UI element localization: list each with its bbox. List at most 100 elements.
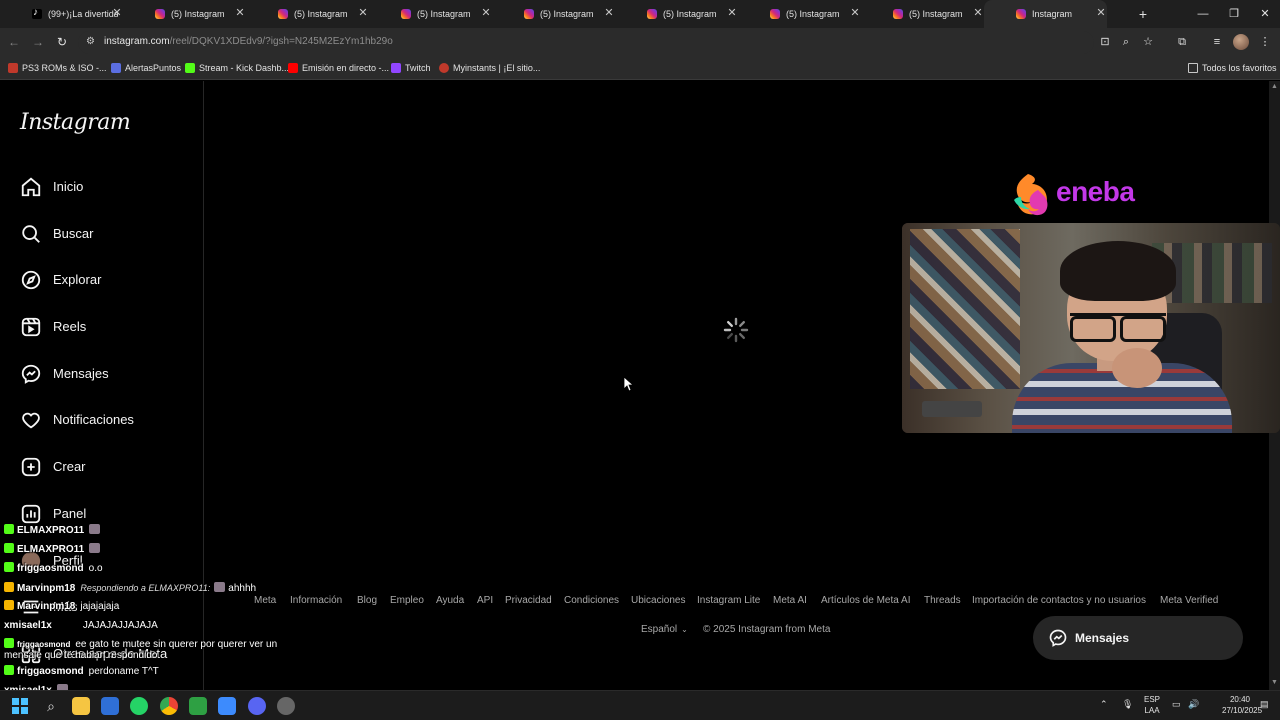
footer-link[interactable]: Instagram Lite <box>697 595 760 606</box>
subscriber-badge-icon <box>4 600 14 610</box>
footer-link[interactable]: API <box>477 595 493 606</box>
nav-item-notificaciones[interactable]: Notificaciones <box>16 401 196 441</box>
taskbar-search-icon[interactable]: ⌕ <box>42 697 60 715</box>
instagram-icon <box>401 9 411 19</box>
browser-tab[interactable]: (5) Instagram ✕ <box>492 0 615 28</box>
close-window-button[interactable]: ✕ <box>1257 6 1273 22</box>
store-icon[interactable] <box>101 697 119 715</box>
footer-link[interactable]: Importación de contactos y no usuarios <box>972 595 1146 606</box>
tab-title: (5) Instagram <box>294 9 348 19</box>
browser-tab[interactable]: (5) Instagram ✕ <box>615 0 738 28</box>
discord-icon[interactable] <box>248 697 266 715</box>
footer-link[interactable]: Privacidad <box>505 595 552 606</box>
browser-menu-icon[interactable]: ⋮ <box>1257 34 1273 50</box>
close-icon[interactable]: ✕ <box>726 7 738 19</box>
whatsapp-icon[interactable] <box>130 697 148 715</box>
address-bar[interactable]: ⚙ instagram.com/reel/DQKV1XDEdv9/?igsh=N… <box>78 31 1094 54</box>
site-info-icon[interactable]: ⚙ <box>86 36 95 47</box>
close-icon[interactable]: ✕ <box>111 7 123 19</box>
close-icon[interactable]: ✕ <box>603 7 615 19</box>
nav-item-crear[interactable]: Crear <box>16 448 196 488</box>
close-icon[interactable]: ✕ <box>972 7 984 19</box>
instagram-icon <box>278 9 288 19</box>
messages-button[interactable]: Mensajes <box>1033 616 1243 660</box>
footer-link[interactable]: Ayuda <box>436 595 464 606</box>
bookmark-item[interactable]: Stream - Kick Dashb... <box>185 62 289 75</box>
close-icon[interactable]: ✕ <box>357 7 369 19</box>
nav-item-explorar[interactable]: Explorar <box>16 261 196 301</box>
input-language[interactable]: ESP LAA <box>1142 694 1162 716</box>
tray-overflow-icon[interactable]: ⌃ <box>1100 699 1108 710</box>
footer-link[interactable]: Condiciones <box>564 595 619 606</box>
close-icon[interactable]: ✕ <box>234 7 246 19</box>
kick-badge-icon <box>4 638 14 648</box>
all-bookmarks-button[interactable]: Todos los favoritos <box>1188 62 1277 75</box>
restore-button[interactable]: ❐ <box>1226 6 1242 22</box>
bookmark-item[interactable]: Twitch <box>391 62 431 75</box>
footer-link[interactable]: Meta Verified <box>1160 595 1218 606</box>
notifications-icon[interactable]: ▤ <box>1260 699 1269 710</box>
heart-icon <box>20 409 42 431</box>
volume-icon[interactable]: 🔊 <box>1188 699 1199 710</box>
bookmark-item[interactable]: Myinstants | ¡El sitio... <box>439 62 540 75</box>
install-app-icon[interactable]: ⊡ <box>1097 34 1113 50</box>
chrome-icon[interactable] <box>160 697 178 715</box>
windows-start-icon[interactable] <box>12 698 28 714</box>
footer-link[interactable]: Artículos de Meta AI <box>821 595 911 606</box>
footer-link[interactable]: Empleo <box>390 595 424 606</box>
new-tab-button[interactable]: + <box>1136 7 1150 21</box>
browser-tab[interactable]: (5) Instagram ✕ <box>123 0 246 28</box>
reload-button[interactable]: ↻ <box>54 34 70 50</box>
browser-tab[interactable]: (5) Instagram ✕ <box>369 0 492 28</box>
url-path: /reel/DQKV1XDEdv9/?igsh=N245M2EzYm1hb29o <box>169 36 393 47</box>
close-icon[interactable]: ✕ <box>1095 7 1107 19</box>
footer-link[interactable]: Meta AI <box>773 595 807 606</box>
bookmark-item[interactable]: PS3 ROMs & ISO -... <box>8 62 107 75</box>
back-button[interactable]: ← <box>6 34 22 50</box>
close-icon[interactable]: ✕ <box>849 7 861 19</box>
nav-item-inicio[interactable]: Inicio <box>16 168 196 208</box>
system-clock[interactable]: 20:40 27/10/2025 <box>1222 694 1262 716</box>
footer-link[interactable]: Ubicaciones <box>631 595 685 606</box>
scroll-down-icon[interactable]: ▼ <box>1271 679 1278 686</box>
app-icon[interactable] <box>218 697 236 715</box>
nav-item-reels[interactable]: Reels <box>16 308 196 348</box>
nav-label: Panel <box>53 506 87 521</box>
forward-button[interactable]: → <box>30 34 46 50</box>
footer-link[interactable]: Blog <box>357 595 377 606</box>
minimize-button[interactable]: — <box>1195 6 1211 22</box>
zoom-icon[interactable]: ⌕ <box>1118 34 1134 50</box>
eneba-logo-icon <box>1014 174 1048 216</box>
close-icon[interactable]: ✕ <box>480 7 492 19</box>
messenger-icon <box>20 363 42 385</box>
chat-text: ahhhh <box>228 583 257 594</box>
network-icon[interactable]: ▭ <box>1172 699 1181 710</box>
stream-app-icon[interactable] <box>189 697 207 715</box>
browser-tab[interactable]: (99+)¡La divertida nar ✕ <box>0 0 123 28</box>
browser-tab[interactable]: (5) Instagram ✕ <box>861 0 984 28</box>
microphone-icon[interactable]: 🎙 <box>1122 699 1133 710</box>
browser-tab[interactable]: (5) Instagram ✕ <box>738 0 861 28</box>
bookmark-item[interactable]: AlertasPuntos <box>111 62 181 75</box>
profile-avatar[interactable] <box>1233 34 1249 50</box>
media-controls-icon[interactable]: ≡ <box>1209 34 1225 50</box>
app-icon[interactable] <box>277 697 295 715</box>
language-select[interactable]: Español ⌄ <box>641 624 688 635</box>
url-text[interactable]: instagram.com/reel/DQKV1XDEdv9/?igsh=N24… <box>104 36 393 47</box>
clock-date: 27/10/2025 <box>1222 706 1263 715</box>
compass-icon <box>20 269 42 291</box>
instagram-logo[interactable]: Instagram <box>20 110 131 135</box>
browser-tab[interactable]: (5) Instagram ✕ <box>246 0 369 28</box>
nav-item-buscar[interactable]: Buscar <box>16 215 196 255</box>
chevron-down-icon: ⌄ <box>681 625 688 634</box>
bookmark-star-icon[interactable]: ☆ <box>1140 34 1156 50</box>
extensions-icon[interactable]: ⧉ <box>1174 34 1190 50</box>
mouse-cursor-icon <box>624 377 634 391</box>
footer-link[interactable]: Threads <box>924 595 961 606</box>
browser-tab-active[interactable]: Instagram ✕ <box>984 0 1107 28</box>
scroll-up-icon[interactable]: ▲ <box>1271 83 1278 90</box>
bookmark-favicon-icon <box>288 63 298 73</box>
bookmark-item[interactable]: Emisión en directo -... <box>288 62 389 75</box>
file-explorer-icon[interactable] <box>72 697 90 715</box>
nav-item-mensajes[interactable]: Mensajes <box>16 355 196 395</box>
